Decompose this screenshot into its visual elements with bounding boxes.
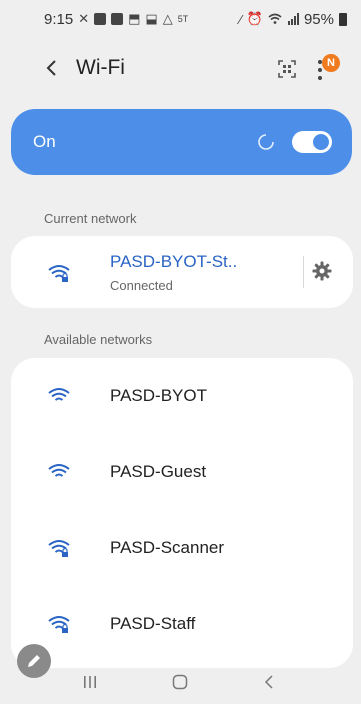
wifi-toggle-switch[interactable] (292, 131, 332, 153)
signal-label: 5T (177, 14, 189, 24)
app-icon: ⬒ (128, 11, 141, 26)
back-button[interactable] (40, 54, 62, 82)
nav-back-button[interactable] (254, 670, 284, 694)
wifi-toggle-card[interactable]: On (11, 109, 352, 175)
app-icon: ⬓ (145, 11, 158, 26)
divider (303, 256, 304, 288)
qr-scan-icon (278, 60, 296, 78)
list-item[interactable]: PASD-Scanner (11, 510, 353, 586)
wifi-status-icon (268, 13, 282, 24)
list-item[interactable]: PASD-BYOT (11, 358, 353, 434)
network-name: PASD-Scanner (110, 538, 225, 557)
available-networks-label: Available networks (44, 332, 153, 347)
current-network-card: PASD-BYOT-St.. Connected (11, 236, 353, 308)
network-name: PASD-Guest (110, 462, 207, 481)
recents-icon (84, 676, 96, 688)
status-right: ⁄ ⏰ 95% (240, 11, 347, 28)
status-left: 9:15 ✕ ⬒ ⬓ △ 5T (44, 11, 188, 28)
page-title: Wi-Fi (76, 56, 125, 79)
navigation-bar (0, 660, 361, 704)
clock: 9:15 (44, 10, 74, 28)
app-bar: Wi-Fi N (0, 46, 361, 90)
more-options-button[interactable]: N (314, 52, 344, 86)
cell-signal-icon (287, 13, 299, 25)
current-network-row[interactable]: PASD-BYOT-St.. Connected (11, 236, 353, 308)
nav-back-icon (264, 675, 273, 689)
notification-icon (111, 13, 124, 25)
wifi-lock-icon (48, 265, 70, 282)
notification-badge: N (322, 54, 340, 72)
current-network-status: Connected (110, 278, 173, 293)
home-icon (172, 674, 188, 690)
cloud-icon: △ (162, 11, 173, 26)
list-item[interactable]: PASD-Staff (11, 586, 353, 662)
missed-call-icon: ✕ (78, 11, 90, 26)
wifi-lock-icon (48, 540, 70, 557)
alarm-icon: ⏰ (246, 11, 263, 26)
toggle-knob (313, 134, 329, 150)
wifi-icon (48, 464, 70, 477)
home-button[interactable] (165, 670, 195, 694)
back-icon (46, 60, 56, 76)
current-network-name: PASD-BYOT-St.. (110, 252, 238, 271)
list-item[interactable]: PASD-Guest (11, 434, 353, 510)
scanning-spinner-icon (258, 134, 274, 150)
available-networks-card: PASD-BYOT PASD-Guest PASD-Scanner PASD-S… (11, 358, 353, 668)
status-bar: 9:15 ✕ ⬒ ⬓ △ 5T ⁄ ⏰ 95% (0, 0, 361, 38)
battery-icon (339, 12, 347, 26)
network-name: PASD-BYOT (110, 386, 207, 405)
mute-icon: ⁄ (239, 11, 242, 27)
wifi-toggle-label: On (33, 132, 56, 151)
gear-icon[interactable] (311, 260, 333, 282)
current-network-label: Current network (44, 211, 137, 226)
notification-icon (94, 13, 107, 25)
recents-button[interactable] (75, 670, 105, 694)
wifi-icon (48, 388, 70, 401)
network-name: PASD-Staff (110, 614, 196, 633)
qr-scan-button[interactable] (276, 58, 298, 80)
wifi-lock-icon (48, 616, 70, 633)
battery-percent: 95% (303, 10, 334, 28)
